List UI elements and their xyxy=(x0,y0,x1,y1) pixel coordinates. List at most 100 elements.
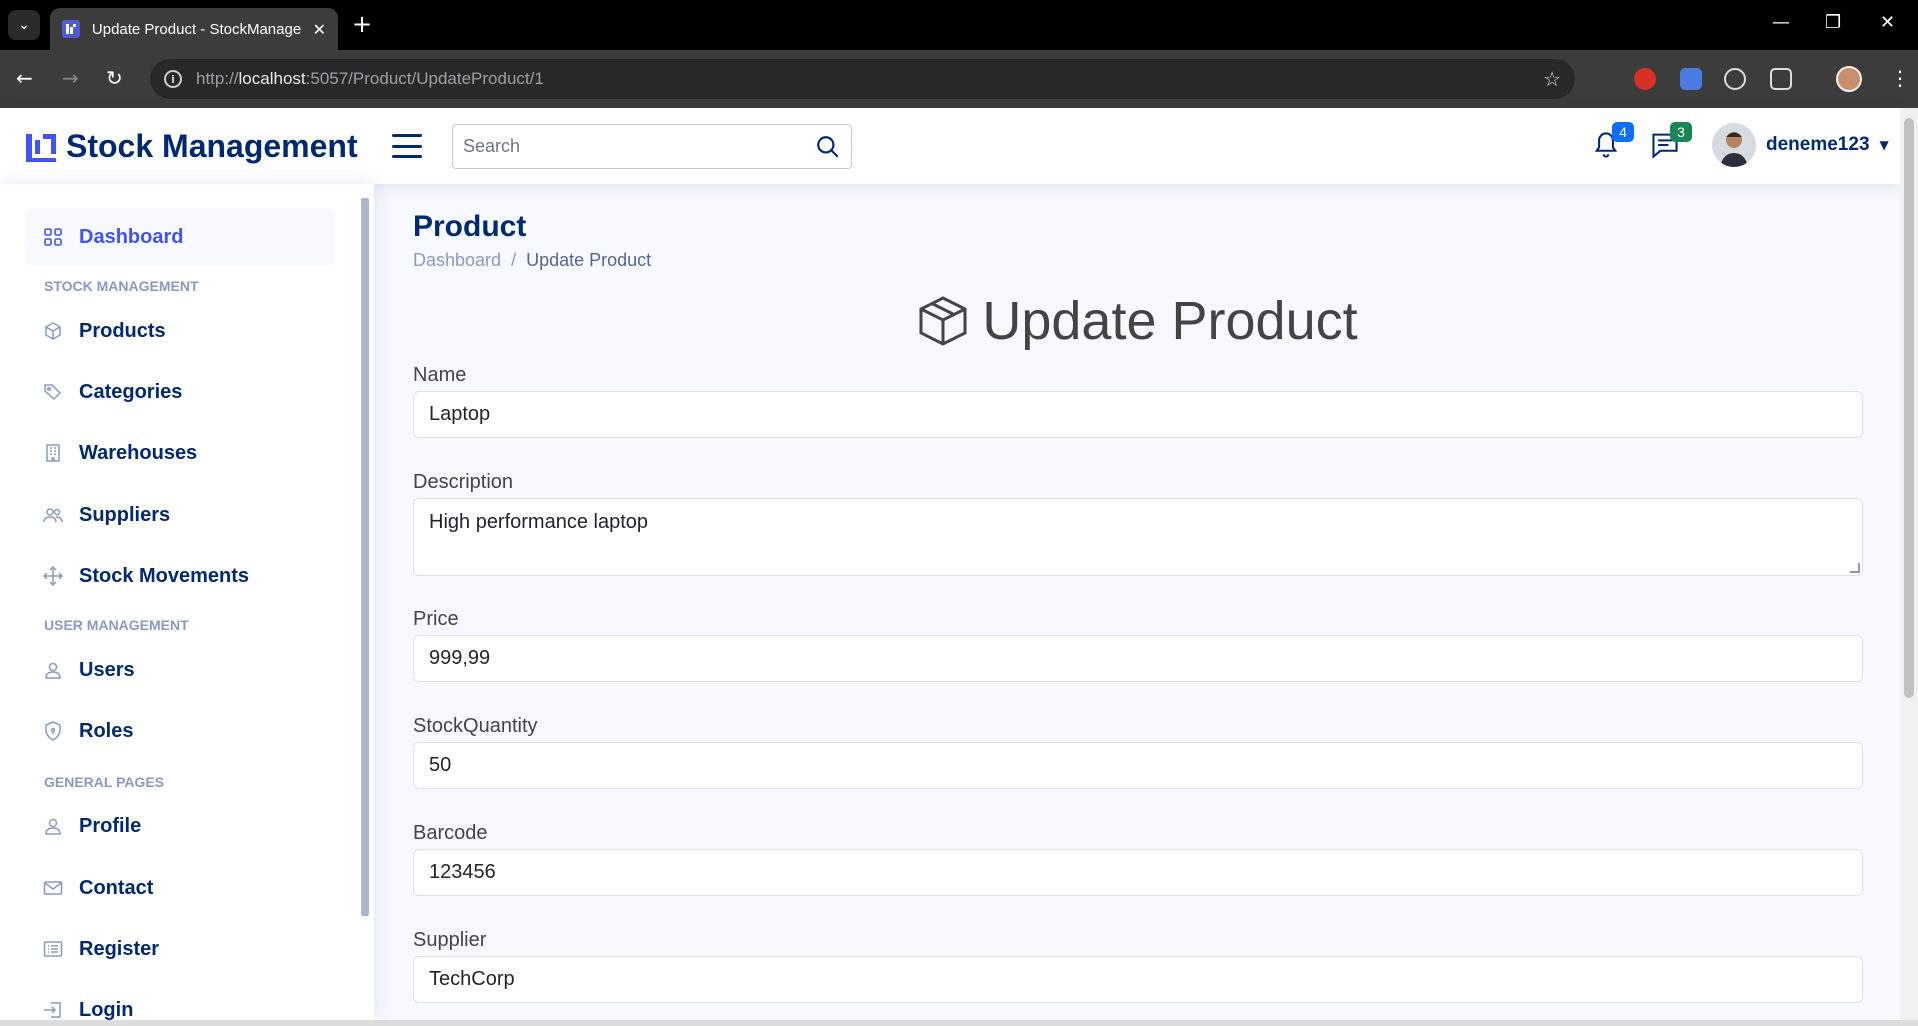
search-icon[interactable] xyxy=(815,134,841,160)
breadcrumb: Dashboard / Update Product xyxy=(413,250,651,271)
form-title: Update Product xyxy=(982,291,1358,351)
stock-quantity-input[interactable]: 50 xyxy=(413,742,1863,789)
description-textarea[interactable]: High performance laptop xyxy=(413,498,1863,576)
browser-tab[interactable]: Update Product - StockManage ✕ xyxy=(50,8,338,50)
sidebar-item-label: Users xyxy=(79,658,135,681)
name-label: Name xyxy=(413,364,467,386)
envelope-icon xyxy=(43,881,63,895)
sidebar-toggle-icon[interactable] xyxy=(392,134,422,158)
sidebar-item-stock-movements[interactable]: Stock Movements xyxy=(25,548,335,604)
sidebar-item-warehouses[interactable]: Warehouses xyxy=(25,425,335,481)
sidebar-item-products[interactable]: Products xyxy=(25,303,335,359)
sidebar-item-roles[interactable]: Roles xyxy=(25,703,335,759)
price-label: Price xyxy=(413,608,459,630)
box-arrow-in-icon xyxy=(44,1002,61,1018)
messages-chat-icon[interactable]: 3 xyxy=(1650,122,1692,162)
person-icon xyxy=(45,818,61,835)
grid-icon xyxy=(44,228,62,246)
name-input[interactable]: Laptop xyxy=(413,391,1863,438)
arrows-move-icon xyxy=(43,566,63,586)
sidebar-item-register[interactable]: Register xyxy=(25,921,335,977)
card-list-icon xyxy=(43,941,63,957)
brand-name: Stock Management xyxy=(66,128,358,164)
supplier-input[interactable]: TechCorp xyxy=(413,956,1863,1003)
search-input[interactable] xyxy=(463,136,815,157)
box-icon xyxy=(45,322,61,340)
sidebar-item-contact[interactable]: Contact xyxy=(25,860,335,916)
extension-translate-icon[interactable] xyxy=(1680,68,1702,90)
close-window-icon[interactable]: ✕ xyxy=(1880,12,1895,33)
sidebar-item-users[interactable]: Users xyxy=(25,642,335,698)
extensions-puzzle-icon[interactable] xyxy=(1770,68,1792,90)
sidebar-scrollbar[interactable] xyxy=(358,184,374,1020)
sidebar-item-label: Register xyxy=(79,937,160,960)
address-bar[interactable]: i http://localhost:5057/Product/UpdatePr… xyxy=(150,59,1575,99)
tab-title: Update Product - StockManage xyxy=(91,20,301,38)
user-profile-dropdown[interactable]: deneme123 ▼ xyxy=(1712,123,1889,167)
breadcrumb-home-link[interactable]: Dashboard xyxy=(413,250,501,271)
sidebar-item-label: Categories xyxy=(79,380,183,403)
sidebar-item-label: Roles xyxy=(79,719,134,742)
extension-hand-icon[interactable] xyxy=(1634,68,1656,90)
sidebar-item-dashboard[interactable]: Dashboard xyxy=(25,209,335,265)
people-icon xyxy=(43,508,63,523)
favicon-icon xyxy=(62,20,80,38)
building-icon xyxy=(46,444,60,462)
url-text: http://localhost:5057/Product/UpdateProd… xyxy=(196,69,544,88)
sidebar-item-label: Dashboard xyxy=(79,225,184,248)
sidebar-item-label: Login xyxy=(79,998,134,1021)
close-tab-icon[interactable]: ✕ xyxy=(313,20,326,39)
restore-icon[interactable]: ❐ xyxy=(1825,12,1841,33)
supplier-label: Supplier xyxy=(413,929,487,951)
logo-icon xyxy=(26,133,56,162)
sidebar-item-label: Contact xyxy=(79,876,154,899)
back-icon[interactable]: ← xyxy=(16,66,33,90)
shield-lock-icon xyxy=(45,721,61,741)
reload-icon[interactable]: ↻ xyxy=(106,66,123,90)
browser-profile-avatar[interactable] xyxy=(1836,66,1862,92)
notifications-bell-icon[interactable]: 4 xyxy=(1592,122,1634,162)
breadcrumb-separator: / xyxy=(511,250,517,270)
sidebar-item-login[interactable]: Login xyxy=(25,982,335,1020)
extension-react-icon[interactable] xyxy=(1724,68,1746,90)
chevron-down-icon: ▼ xyxy=(1879,138,1889,152)
brand-logo[interactable]: Stock Management xyxy=(24,128,358,165)
window-bottom-edge xyxy=(0,1020,1918,1026)
messages-badge: 3 xyxy=(1670,122,1692,142)
avatar xyxy=(1712,123,1756,167)
form-heading: Update Product xyxy=(374,290,1900,352)
page-scrollbar[interactable] xyxy=(1900,108,1918,1020)
barcode-input[interactable]: 123456 xyxy=(413,849,1863,896)
sidebar-heading-stock: STOCK MANAGEMENT xyxy=(44,278,199,294)
description-value: High performance laptop xyxy=(429,511,649,533)
person-icon xyxy=(45,662,61,679)
stock-quantity-label: StockQuantity xyxy=(413,715,538,737)
browser-toolbar: ← → ↻ i http://localhost:5057/Product/Up… xyxy=(0,50,1918,108)
sidebar-item-label: Profile xyxy=(79,814,142,837)
tags-icon xyxy=(44,384,62,401)
sidebar-item-label: Suppliers xyxy=(79,503,171,526)
browser-tab-bar: ⌄ Update Product - StockManage ✕ + — ❐ ✕ xyxy=(0,0,1918,50)
browser-menu-icon[interactable]: ⋮ xyxy=(1890,66,1910,90)
forward-icon[interactable]: → xyxy=(62,66,79,90)
sidebar: Dashboard STOCK MANAGEMENT Products Cate… xyxy=(0,184,374,1020)
barcode-label: Barcode xyxy=(413,822,488,844)
tab-search-button[interactable]: ⌄ xyxy=(8,10,40,40)
site-info-icon[interactable]: i xyxy=(164,70,182,88)
bookmark-star-icon[interactable]: ☆ xyxy=(1543,67,1561,91)
sidebar-item-categories[interactable]: Categories xyxy=(25,364,335,420)
sidebar-heading-user: USER MANAGEMENT xyxy=(44,617,189,633)
sidebar-heading-general: GENERAL PAGES xyxy=(44,774,165,790)
breadcrumb-current: Update Product xyxy=(526,250,652,270)
resize-handle-icon[interactable] xyxy=(1850,563,1860,573)
sidebar-item-suppliers[interactable]: Suppliers xyxy=(25,487,335,543)
app-header: Stock Management 4 3 deneme123 ▼ xyxy=(0,108,1900,184)
sidebar-item-label: Stock Movements xyxy=(79,564,250,587)
price-input[interactable]: 999,99 xyxy=(413,635,1863,682)
new-tab-icon[interactable]: + xyxy=(352,12,372,36)
sidebar-item-profile[interactable]: Profile xyxy=(25,798,335,854)
minimize-icon[interactable]: — xyxy=(1772,12,1790,33)
username-label: deneme123 xyxy=(1766,134,1870,155)
box-icon xyxy=(919,296,967,346)
search-bar xyxy=(452,124,852,169)
